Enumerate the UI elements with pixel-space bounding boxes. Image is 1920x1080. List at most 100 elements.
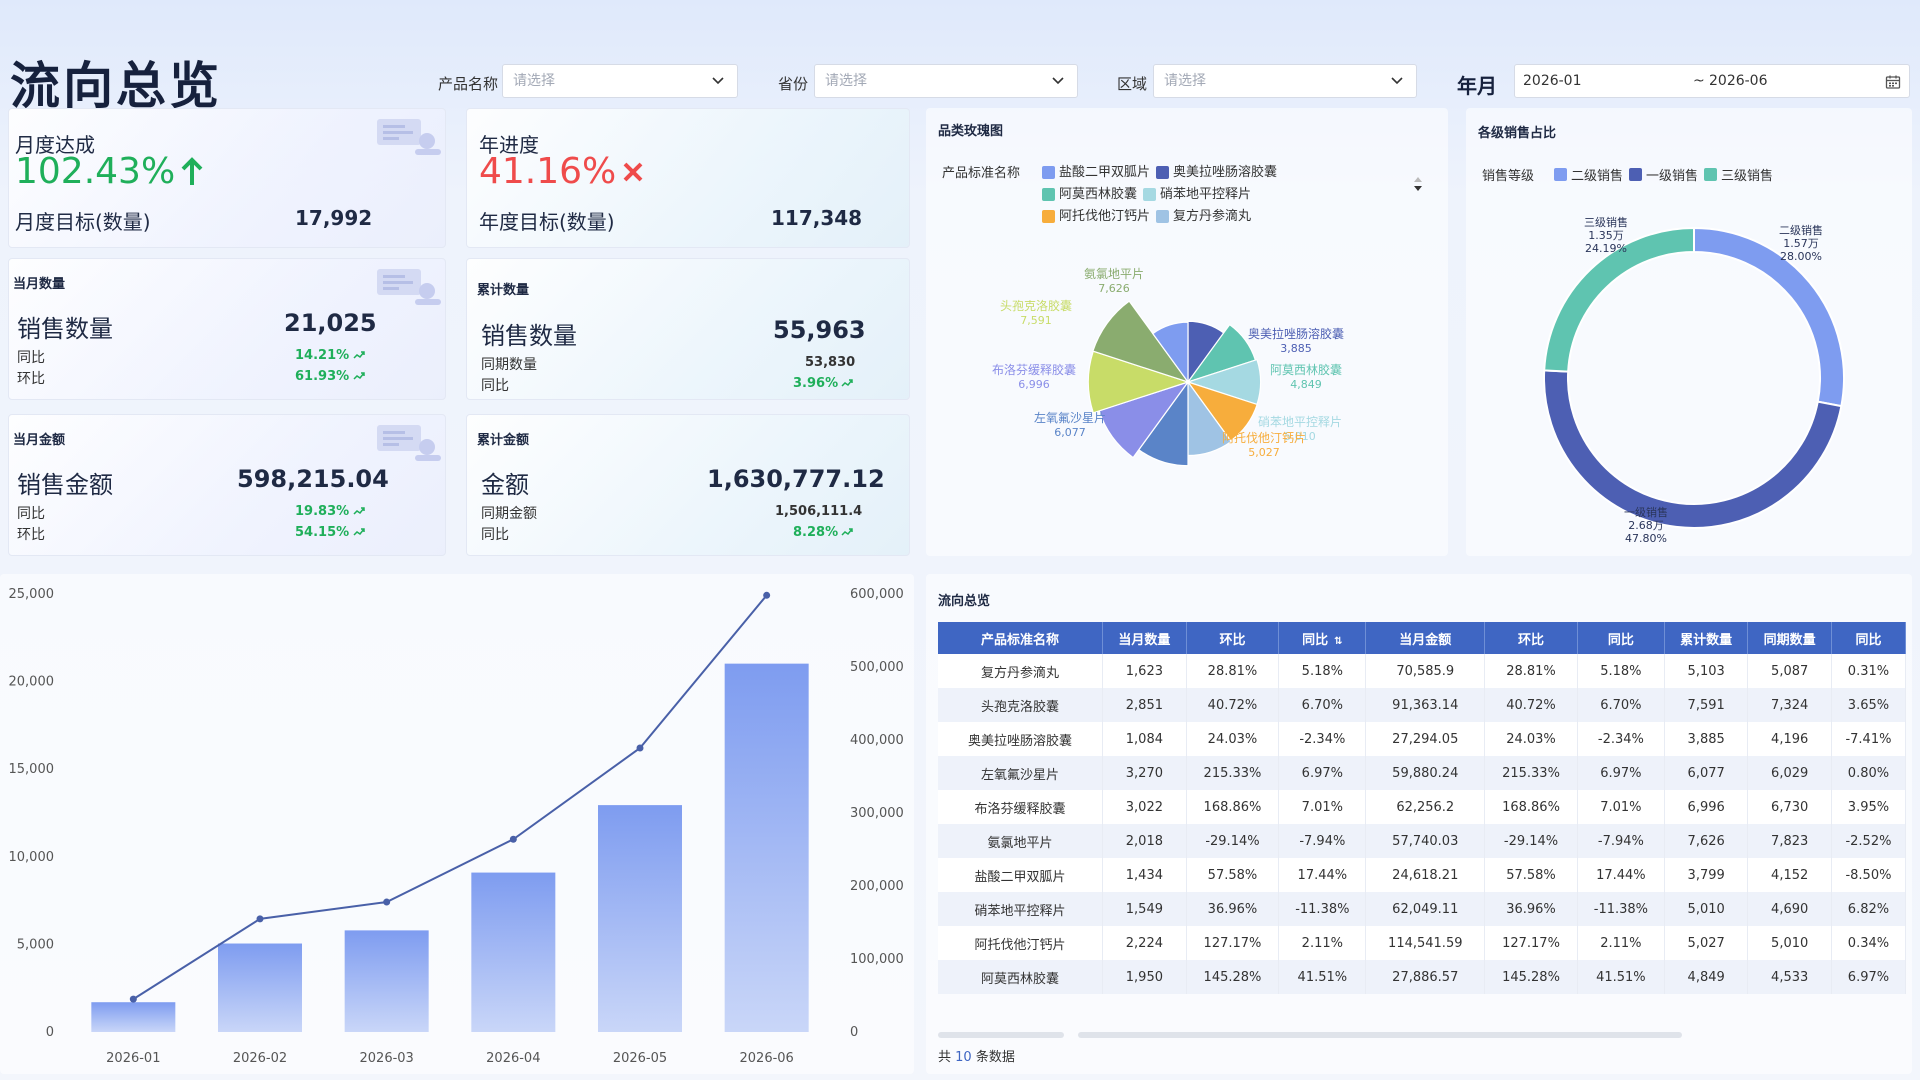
bar[interactable] xyxy=(471,872,556,1032)
bar[interactable] xyxy=(91,1002,176,1032)
donut-legend-label: 二级销售 xyxy=(1571,169,1624,184)
yearly-progress-card: 年进度 41.16% 年度目标(数量) 117,348 xyxy=(466,108,910,248)
line-point[interactable] xyxy=(636,744,644,752)
table-cell: 3.65% xyxy=(1831,688,1907,722)
table-cell: 62,256.2 xyxy=(1365,790,1486,824)
month-quantity-yoy-label: 同比 xyxy=(17,350,45,366)
table-footer-suffix: 条数据 xyxy=(975,1050,1015,1065)
table-cell: 硝苯地平控释片 xyxy=(938,892,1104,926)
rose-label-value: 3,885 xyxy=(1280,342,1312,355)
table-cell: 阿莫西林胶囊 xyxy=(938,960,1104,994)
line-point[interactable] xyxy=(383,898,391,906)
rose-legend-item[interactable]: 奥美拉唑肠溶胶囊 xyxy=(1156,162,1277,183)
donut-legend-label: 三级销售 xyxy=(1721,169,1774,184)
table-header-cell[interactable]: 同比 ⇅ xyxy=(1278,622,1367,654)
rose-label-value: 4,849 xyxy=(1290,378,1322,391)
table-cell: -2.34% xyxy=(1278,722,1367,756)
table-cell: 145.28% xyxy=(1484,960,1578,994)
table-cell: 3,885 xyxy=(1664,722,1749,756)
line-point[interactable] xyxy=(763,591,771,599)
table-row[interactable]: 氨氯地平片 2,018 -29.14% -7.94% 57,740.03 -29.14% -… xyxy=(938,824,1907,858)
month-quantity-value: 21,025 xyxy=(284,309,377,337)
table-cell: 7,324 xyxy=(1747,688,1832,722)
legend-pager-icon[interactable] xyxy=(1412,174,1424,194)
donut-legend-item[interactable]: 三级销售 xyxy=(1704,165,1773,184)
y-axis-left-tick: 0 xyxy=(46,1025,54,1040)
horizontal-scrollbar-thumb[interactable] xyxy=(1078,1032,1682,1038)
product-select[interactable]: 请选择 xyxy=(502,64,738,98)
bar[interactable] xyxy=(598,805,682,1032)
rose-legend-swatch xyxy=(1143,188,1157,201)
rose-label-name: 布洛芬缓释胶囊 xyxy=(992,362,1076,377)
province-select[interactable]: 请选择 xyxy=(814,64,1078,98)
table-row[interactable]: 布洛芬缓释胶囊 3,022 168.86% 7.01% 62,256.2 168.86% 7… xyxy=(938,790,1907,824)
line-point[interactable] xyxy=(129,995,137,1003)
table-cell: 127.17% xyxy=(1484,926,1578,960)
table-cell: 57.58% xyxy=(1186,858,1280,892)
region-select[interactable]: 请选择 xyxy=(1153,64,1417,98)
donut-label-pct: 47.80% xyxy=(1625,532,1667,545)
rose-legend-title: 产品标准名称 xyxy=(942,166,1021,181)
yearmonth-range-picker[interactable]: 2026-01 ~ 2026-06 xyxy=(1514,64,1910,98)
table-cell: 4,152 xyxy=(1747,858,1832,892)
table-cell: 3,270 xyxy=(1102,756,1187,790)
rose-legend-label: 复方丹参滴丸 xyxy=(1173,209,1252,224)
table-cell: 5,027 xyxy=(1664,926,1749,960)
table-cell: -7.41% xyxy=(1831,722,1907,756)
cumulative-prior-amount-value: 1,506,111.4 xyxy=(775,504,863,519)
table-cell: 氨氯地平片 xyxy=(938,824,1104,858)
month-quantity-yoy-value: 14.21% xyxy=(295,348,350,363)
table-cell: 70,585.9 xyxy=(1365,654,1486,688)
table-row[interactable]: 阿莫西林胶囊 1,950 145.28% 41.51% 27,886.57 145.28%… xyxy=(938,960,1907,994)
rose-legend-item[interactable]: 硝苯地平控释片 xyxy=(1143,184,1251,205)
donut-label-name: 二级销售 xyxy=(1779,223,1823,237)
table-row[interactable]: 左氧氟沙星片 3,270 215.33% 6.97% 59,880.24 215.33% 6… xyxy=(938,756,1907,790)
range-separator: ~ xyxy=(1693,73,1705,89)
bar[interactable] xyxy=(344,930,429,1032)
x-axis-tick: 2026-03 xyxy=(360,1051,414,1066)
table-cell: 17.44% xyxy=(1278,858,1367,892)
bar[interactable] xyxy=(724,663,809,1032)
sort-icon[interactable]: ⇅ xyxy=(1334,636,1342,647)
donut-label-name: 一级销售 xyxy=(1624,505,1668,519)
donut-legend-item[interactable]: 一级销售 xyxy=(1629,165,1698,184)
rose-legend-swatch xyxy=(1156,166,1170,179)
y-axis-right-tick: 100,000 xyxy=(850,952,904,967)
y-axis-left-tick: 25,000 xyxy=(9,587,55,602)
donut-legend-item[interactable]: 二级销售 xyxy=(1554,165,1623,184)
cumulative-quantity-value: 55,963 xyxy=(773,316,866,344)
cumulative-quantity-yoy-value: 3.96% xyxy=(793,376,839,391)
donut-label-pct: 28.00% xyxy=(1780,250,1822,263)
table-row[interactable]: 阿托伐他汀钙片 2,224 127.17% 2.11% 114,541.59 127.17… xyxy=(938,926,1907,960)
rose-legend-item[interactable]: 复方丹参滴丸 xyxy=(1156,206,1251,227)
calendar-icon[interactable] xyxy=(1885,74,1901,90)
rose-label-value: 6,077 xyxy=(1054,426,1086,439)
month-amount-value: 598,215.04 xyxy=(237,465,389,493)
table-row[interactable]: 硝苯地平控释片 1,549 36.96% -11.38% 62,049.11 36.96%… xyxy=(938,892,1907,926)
cumulative-amount-name: 金额 xyxy=(481,471,529,499)
table-cell: -8.50% xyxy=(1831,858,1907,892)
bar[interactable] xyxy=(218,943,302,1032)
rose-legend-item[interactable]: 阿托伐他汀钙片 xyxy=(1042,206,1150,227)
end-month: 2026-06 xyxy=(1709,73,1768,89)
table-cell: 盐酸二甲双胍片 xyxy=(938,858,1104,892)
line-point[interactable] xyxy=(509,835,517,843)
month-amount-card: 当月金额 销售金额 598,215.04 同比 19.83% 环比 54.15% xyxy=(8,414,446,556)
monthly-achievement-pct: 102.43% xyxy=(15,151,176,192)
table-cell: 奥美拉唑肠溶胶囊 xyxy=(938,722,1104,756)
donut-label-name: 三级销售 xyxy=(1584,215,1628,229)
table-row[interactable]: 头孢克洛胶囊 2,851 40.72% 6.70% 91,363.14 40.72% 6.7… xyxy=(938,688,1907,722)
y-axis-right-tick: 0 xyxy=(850,1025,858,1040)
table-row[interactable]: 奥美拉唑肠溶胶囊 1,084 24.03% -2.34% 27,294.05 24.03%… xyxy=(938,722,1907,756)
donut-slice[interactable] xyxy=(1543,369,1843,529)
y-axis-right-tick: 500,000 xyxy=(850,660,904,675)
table-row[interactable]: 盐酸二甲双胍片 1,434 57.58% 17.44% 24,618.21 57.58% 1… xyxy=(938,858,1907,892)
y-axis-left-tick: 5,000 xyxy=(17,937,54,952)
horizontal-scrollbar-left[interactable] xyxy=(938,1032,1064,1038)
line-point[interactable] xyxy=(256,915,264,923)
table-cell: 7.01% xyxy=(1577,790,1665,824)
table-cell: 6.70% xyxy=(1577,688,1665,722)
rose-legend-item[interactable]: 阿莫西林胶囊 xyxy=(1042,184,1137,205)
table-row[interactable]: 复方丹参滴丸 1,623 28.81% 5.18% 70,585.9 28.81% 5.18… xyxy=(938,654,1907,688)
rose-legend-item[interactable]: 盐酸二甲双胍片 xyxy=(1042,162,1150,183)
